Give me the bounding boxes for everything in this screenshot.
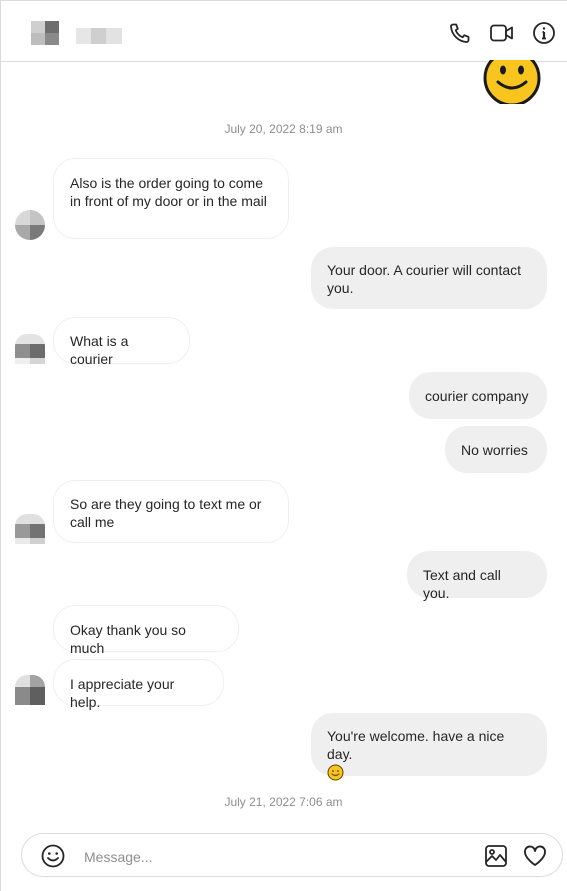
- message-outgoing[interactable]: Your door. A courier will contact you.: [311, 247, 547, 309]
- message-incoming[interactable]: What is a courier: [53, 317, 190, 367]
- video-call-icon[interactable]: [489, 20, 515, 46]
- chat-header: [1, 1, 567, 62]
- sender-avatar[interactable]: [15, 514, 45, 544]
- message-incoming[interactable]: Okay thank you so much: [53, 605, 239, 656]
- header-actions: [447, 20, 557, 46]
- message-outgoing[interactable]: Text and call you.: [407, 551, 547, 601]
- sender-avatar[interactable]: [15, 675, 45, 705]
- message-outgoing[interactable]: You're welcome. have a nice day.: [311, 713, 547, 781]
- message-composer: [21, 833, 563, 877]
- message-text: No worries: [461, 442, 528, 458]
- sender-avatar[interactable]: [15, 334, 45, 364]
- image-upload-icon[interactable]: [483, 843, 509, 874]
- emoji-icon[interactable]: [40, 843, 66, 874]
- message-text: You're welcome. have a nice day.: [327, 728, 505, 762]
- message-outgoing[interactable]: No worries: [445, 426, 547, 473]
- timestamp: July 20, 2022 8:19 am: [224, 122, 343, 136]
- message-text: courier company: [425, 388, 529, 404]
- info-icon[interactable]: [531, 20, 557, 46]
- smiley-emoji-icon: [327, 764, 344, 785]
- message-text: What is a courier: [70, 333, 129, 367]
- message-text: I appreciate your help.: [70, 676, 175, 710]
- message-text: So are they going to text me or call me: [70, 496, 262, 530]
- message-incoming[interactable]: I appreciate your help.: [53, 659, 224, 710]
- timestamp: July 21, 2022 7:06 am: [224, 795, 343, 809]
- smiley-sticker: [482, 60, 542, 104]
- message-outgoing[interactable]: courier company: [409, 372, 547, 419]
- sender-avatar[interactable]: [15, 210, 45, 240]
- message-incoming[interactable]: Also is the order going to come in front…: [53, 158, 289, 239]
- message-text: Text and call you.: [423, 567, 501, 601]
- message-input[interactable]: [82, 845, 466, 869]
- message-incoming[interactable]: So are they going to text me or call me: [53, 480, 289, 543]
- contact-name[interactable]: [76, 28, 122, 45]
- message-text: Okay thank you so much: [70, 622, 186, 656]
- message-text: Also is the order going to come in front…: [70, 175, 267, 209]
- phone-icon[interactable]: [447, 20, 473, 46]
- message-text: Your door. A courier will contact you.: [327, 262, 522, 296]
- contact-avatar[interactable]: [31, 21, 63, 45]
- heart-icon[interactable]: [522, 843, 548, 874]
